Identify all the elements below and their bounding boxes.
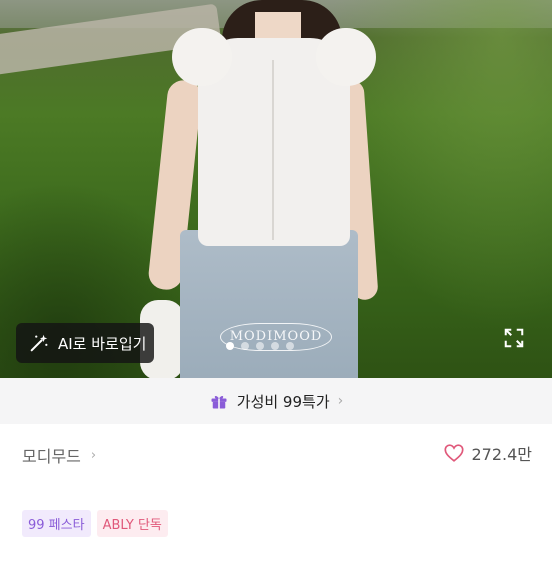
product-image[interactable]: AI로 바로입기 MODIMOOD [0,0,552,378]
slide-dot [256,342,264,350]
seller-name: 모디무드 [22,447,81,466]
ai-try-on-button[interactable]: AI로 바로입기 [16,323,154,363]
like-button[interactable]: 272.4만 [443,441,532,465]
expand-icon[interactable] [503,327,525,349]
slide-dot-active [226,342,234,350]
heart-icon [444,444,465,462]
ai-try-on-label: AI로 바로입기 [58,334,147,353]
promo-label: 가성비 99특가 [236,392,330,411]
section-divider [0,484,552,492]
slide-indicator [226,342,294,350]
model-jeans [180,230,358,378]
badge-exclusive: ABLY 단독 [96,510,168,537]
slide-dot [286,342,294,350]
blouse-seam [272,60,274,240]
product-title [22,543,542,563]
seller-link[interactable]: 모디무드 › [22,443,96,467]
seller-row: 모디무드 › 272.4만 [0,424,552,485]
promo-banner[interactable]: 가성비 99특가 › [0,378,552,424]
slide-dot [271,342,279,350]
like-count: 272.4만 [471,445,532,464]
badge-festa: 99 페스타 [22,510,91,537]
model-sleeve [316,28,376,86]
badge-list: 99 페스타 ABLY 단독 [22,510,168,537]
chevron-right-icon: › [337,393,344,409]
slide-dot [241,342,249,350]
gift-icon [211,395,227,409]
chevron-right-icon: › [90,447,97,463]
magic-wand-icon [30,334,48,352]
model-sleeve [172,28,232,86]
